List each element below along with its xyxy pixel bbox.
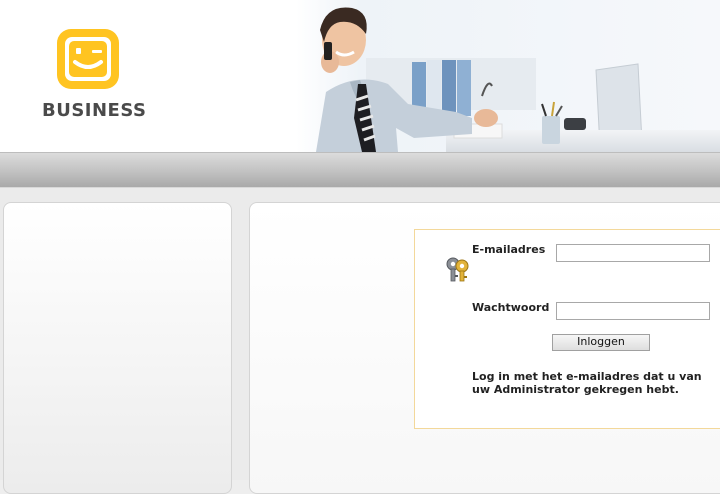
smiley-wink-logo-icon	[57, 29, 119, 89]
businessman-on-phone-photo	[296, 0, 720, 152]
password-label: Wachtwoord	[472, 301, 550, 314]
left-sidebar-panel	[3, 202, 232, 494]
keys-icon	[446, 257, 469, 282]
email-field[interactable]	[556, 244, 710, 262]
navigation-bar	[0, 152, 720, 189]
header: BUSINESS	[0, 0, 720, 152]
login-button[interactable]: Inloggen	[552, 334, 650, 351]
login-info-text: Log in met het e-mailadres dat u van uw …	[472, 370, 702, 396]
email-label: E-mailadres	[472, 243, 546, 256]
brand-wordmark: BUSINESS	[42, 100, 147, 121]
password-field[interactable]	[556, 302, 710, 320]
